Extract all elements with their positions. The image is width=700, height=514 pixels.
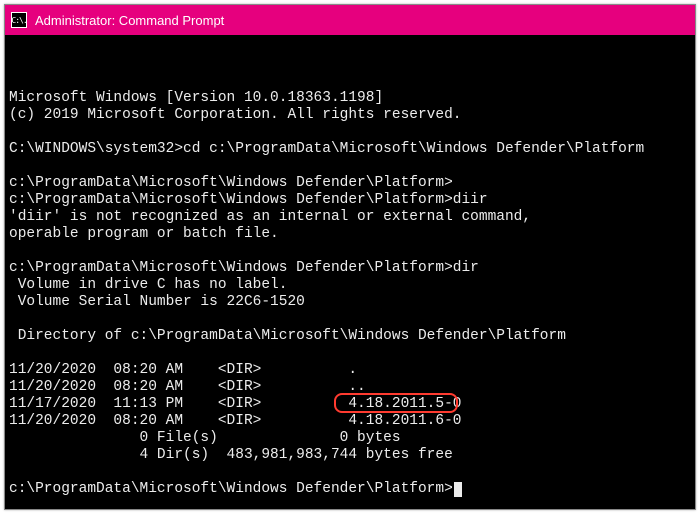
terminal-line: Microsoft Windows [Version 10.0.18363.11… (9, 90, 383, 106)
terminal-line: 4 Dir(s) 483,981,983,744 bytes free (9, 447, 453, 463)
terminal-line: operable program or batch file. (9, 226, 279, 242)
text-cursor (454, 482, 462, 497)
terminal-line: 11/17/2020 11:13 PM <DIR> 4.18.2011.5-0 (9, 396, 461, 412)
terminal-line: Directory of c:\ProgramData\Microsoft\Wi… (9, 328, 566, 344)
terminal-line: 11/20/2020 08:20 AM <DIR> 4.18.2011.6-0 (9, 413, 461, 429)
cmd-icon: C:\. (11, 12, 27, 28)
terminal-line: 11/20/2020 08:20 AM <DIR> .. (9, 379, 366, 395)
terminal-line: c:\ProgramData\Microsoft\Windows Defende… (9, 175, 453, 191)
terminal-line: 'diir' is not recognized as an internal … (9, 209, 531, 225)
terminal-area[interactable]: Microsoft Windows [Version 10.0.18363.11… (5, 35, 695, 509)
cmd-window: C:\. Administrator: Command Prompt Micro… (4, 4, 696, 510)
terminal-line: 0 File(s) 0 bytes (9, 430, 401, 446)
terminal-line: c:\ProgramData\Microsoft\Windows Defende… (9, 481, 453, 497)
terminal-line: 11/20/2020 08:20 AM <DIR> . (9, 362, 357, 378)
terminal-line: C:\WINDOWS\system32>cd c:\ProgramData\Mi… (9, 141, 644, 157)
terminal-line: (c) 2019 Microsoft Corporation. All righ… (9, 107, 461, 123)
terminal-line: c:\ProgramData\Microsoft\Windows Defende… (9, 192, 488, 208)
titlebar[interactable]: C:\. Administrator: Command Prompt (5, 5, 695, 35)
terminal-line: c:\ProgramData\Microsoft\Windows Defende… (9, 260, 479, 276)
terminal-content: Microsoft Windows [Version 10.0.18363.11… (9, 73, 691, 509)
window-title: Administrator: Command Prompt (35, 13, 224, 28)
terminal-line: Volume Serial Number is 22C6-1520 (9, 294, 305, 310)
terminal-line: Volume in drive C has no label. (9, 277, 287, 293)
